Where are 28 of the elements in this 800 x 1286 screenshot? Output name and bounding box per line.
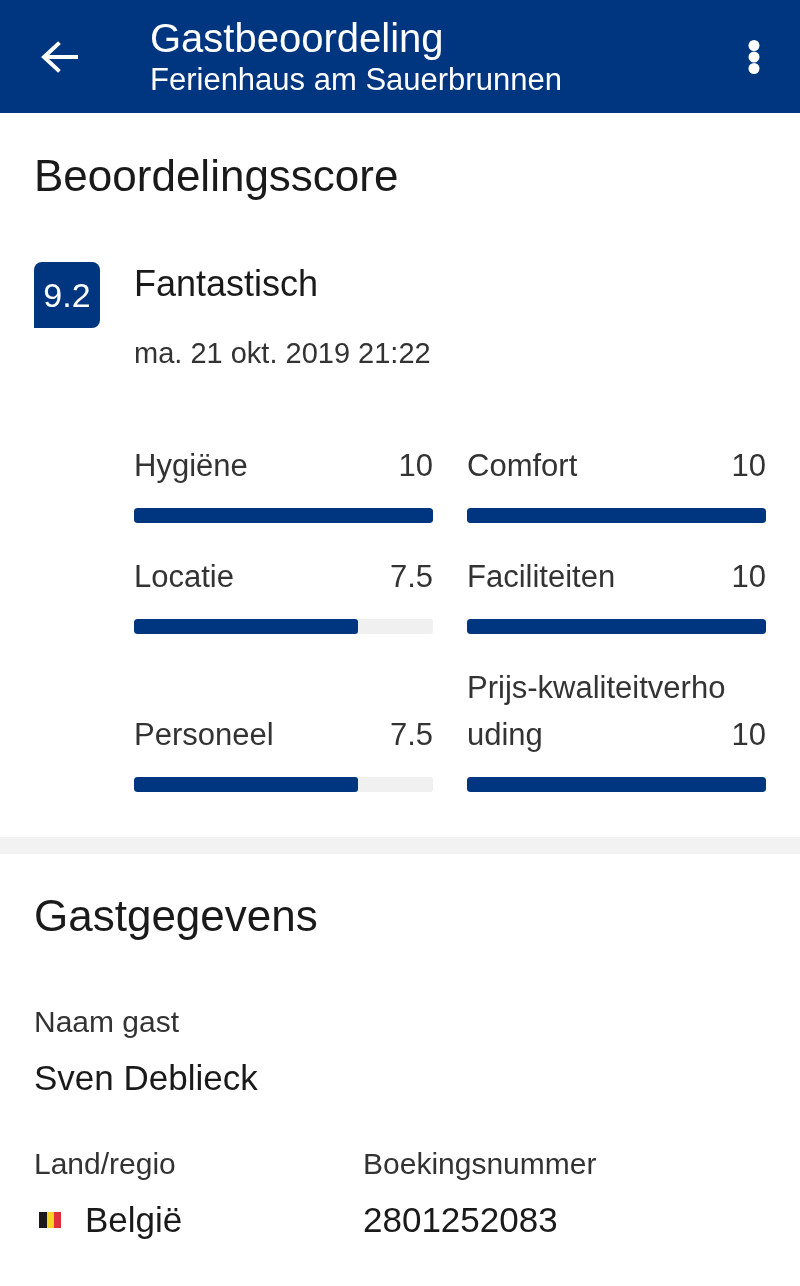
category-score: 10	[398, 447, 433, 485]
field-label: Land/regio	[34, 1146, 177, 1182]
category-score: 7.5	[389, 716, 433, 754]
more-options-icon[interactable]	[748, 39, 760, 74]
back-arrow-icon[interactable]	[40, 40, 78, 73]
app-bar-title: Gastbeoordeling	[150, 14, 445, 61]
category-score: 10	[731, 716, 766, 754]
category-score: 7.5	[389, 558, 433, 596]
category-label: Hygiëne	[134, 447, 249, 485]
category-label: Comfort	[467, 447, 579, 485]
category-score: 10	[731, 447, 766, 485]
category-label: Locatie	[134, 558, 235, 596]
category-score: 10	[731, 558, 766, 596]
section-heading: Gastgegevens	[34, 890, 319, 942]
flag-icon	[39, 1212, 61, 1228]
review-date: ma. 21 okt. 2019 21:22	[134, 336, 432, 371]
score-badge: 9.2	[34, 262, 100, 328]
category-label: Faciliteiten	[467, 558, 617, 596]
category-label: Prijs-kwaliteitverhouding	[467, 669, 727, 754]
field-value: Sven Deblieck	[34, 1057, 258, 1099]
field-label: Boekingsnummer	[363, 1146, 598, 1182]
section-heading: Beoordelingsscore	[34, 150, 400, 202]
score-verdict: Fantastisch	[134, 262, 320, 306]
field-value: België	[85, 1199, 183, 1241]
field-label: Naam gast	[34, 1004, 181, 1040]
app-bar-subtitle: Ferienhaus am Sauerbrunnen	[150, 60, 562, 99]
field-value: 2801252083	[363, 1199, 558, 1241]
category-label: Personeel	[134, 716, 275, 754]
